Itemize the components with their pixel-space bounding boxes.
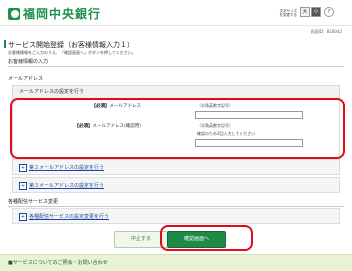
font-size-large-button[interactable]: 大	[300, 7, 310, 17]
section-divider	[8, 66, 344, 67]
font-size-label: 文字サイズを変更する	[279, 9, 298, 17]
expand-icon: +	[19, 163, 27, 172]
second-email-toggle[interactable]: + 第２メールアドレスの設定を行う	[12, 159, 340, 175]
footer-contact-link[interactable]: ■サービスについてのご照会・お問い合わせ	[8, 259, 108, 266]
third-email-toggle[interactable]: + 第３メールアドレスの設定を行う	[12, 177, 340, 193]
screen-id: 画面ID：BL0042	[310, 29, 342, 34]
bank-logo-icon	[8, 7, 20, 20]
section-heading-customer: お客様情報の入力	[8, 59, 49, 65]
page-instructions: お客様情報をご入力のうえ、「確認画面へ」ボタンを押してください。	[8, 50, 136, 55]
page-title: サービス開始登録（お客様情報入力１）	[4, 40, 134, 49]
expand-icon: +	[19, 181, 27, 190]
email-highlight-frame	[10, 98, 345, 159]
header-bar: 福岡中央銀行 文字サイズを変更する 大 小 ?	[0, 0, 352, 26]
footer-bar: ■サービスについてのご照会・お問い合わせ	[0, 254, 352, 271]
notify-settings-link[interactable]: 各種配信サービスの設定変更を行う	[29, 213, 109, 220]
expand-icon: +	[19, 212, 27, 221]
section-divider	[8, 206, 344, 207]
help-icon[interactable]: ?	[324, 7, 334, 17]
bank-logo: 福岡中央銀行	[8, 5, 101, 22]
notify-settings-toggle[interactable]: + 各種配信サービスの設定変更を行う	[12, 208, 340, 224]
third-email-link[interactable]: 第３メールアドレスの設定を行う	[29, 182, 104, 189]
font-size-small-button[interactable]: 小	[311, 7, 321, 17]
section-heading-notify: 各種配信サービス変更	[8, 199, 59, 205]
bank-name: 福岡中央銀行	[23, 7, 102, 21]
second-email-link[interactable]: 第２メールアドレスの設定を行う	[29, 164, 104, 171]
section-heading-email: メールアドレス	[8, 76, 44, 82]
confirm-highlight-frame	[160, 225, 253, 251]
